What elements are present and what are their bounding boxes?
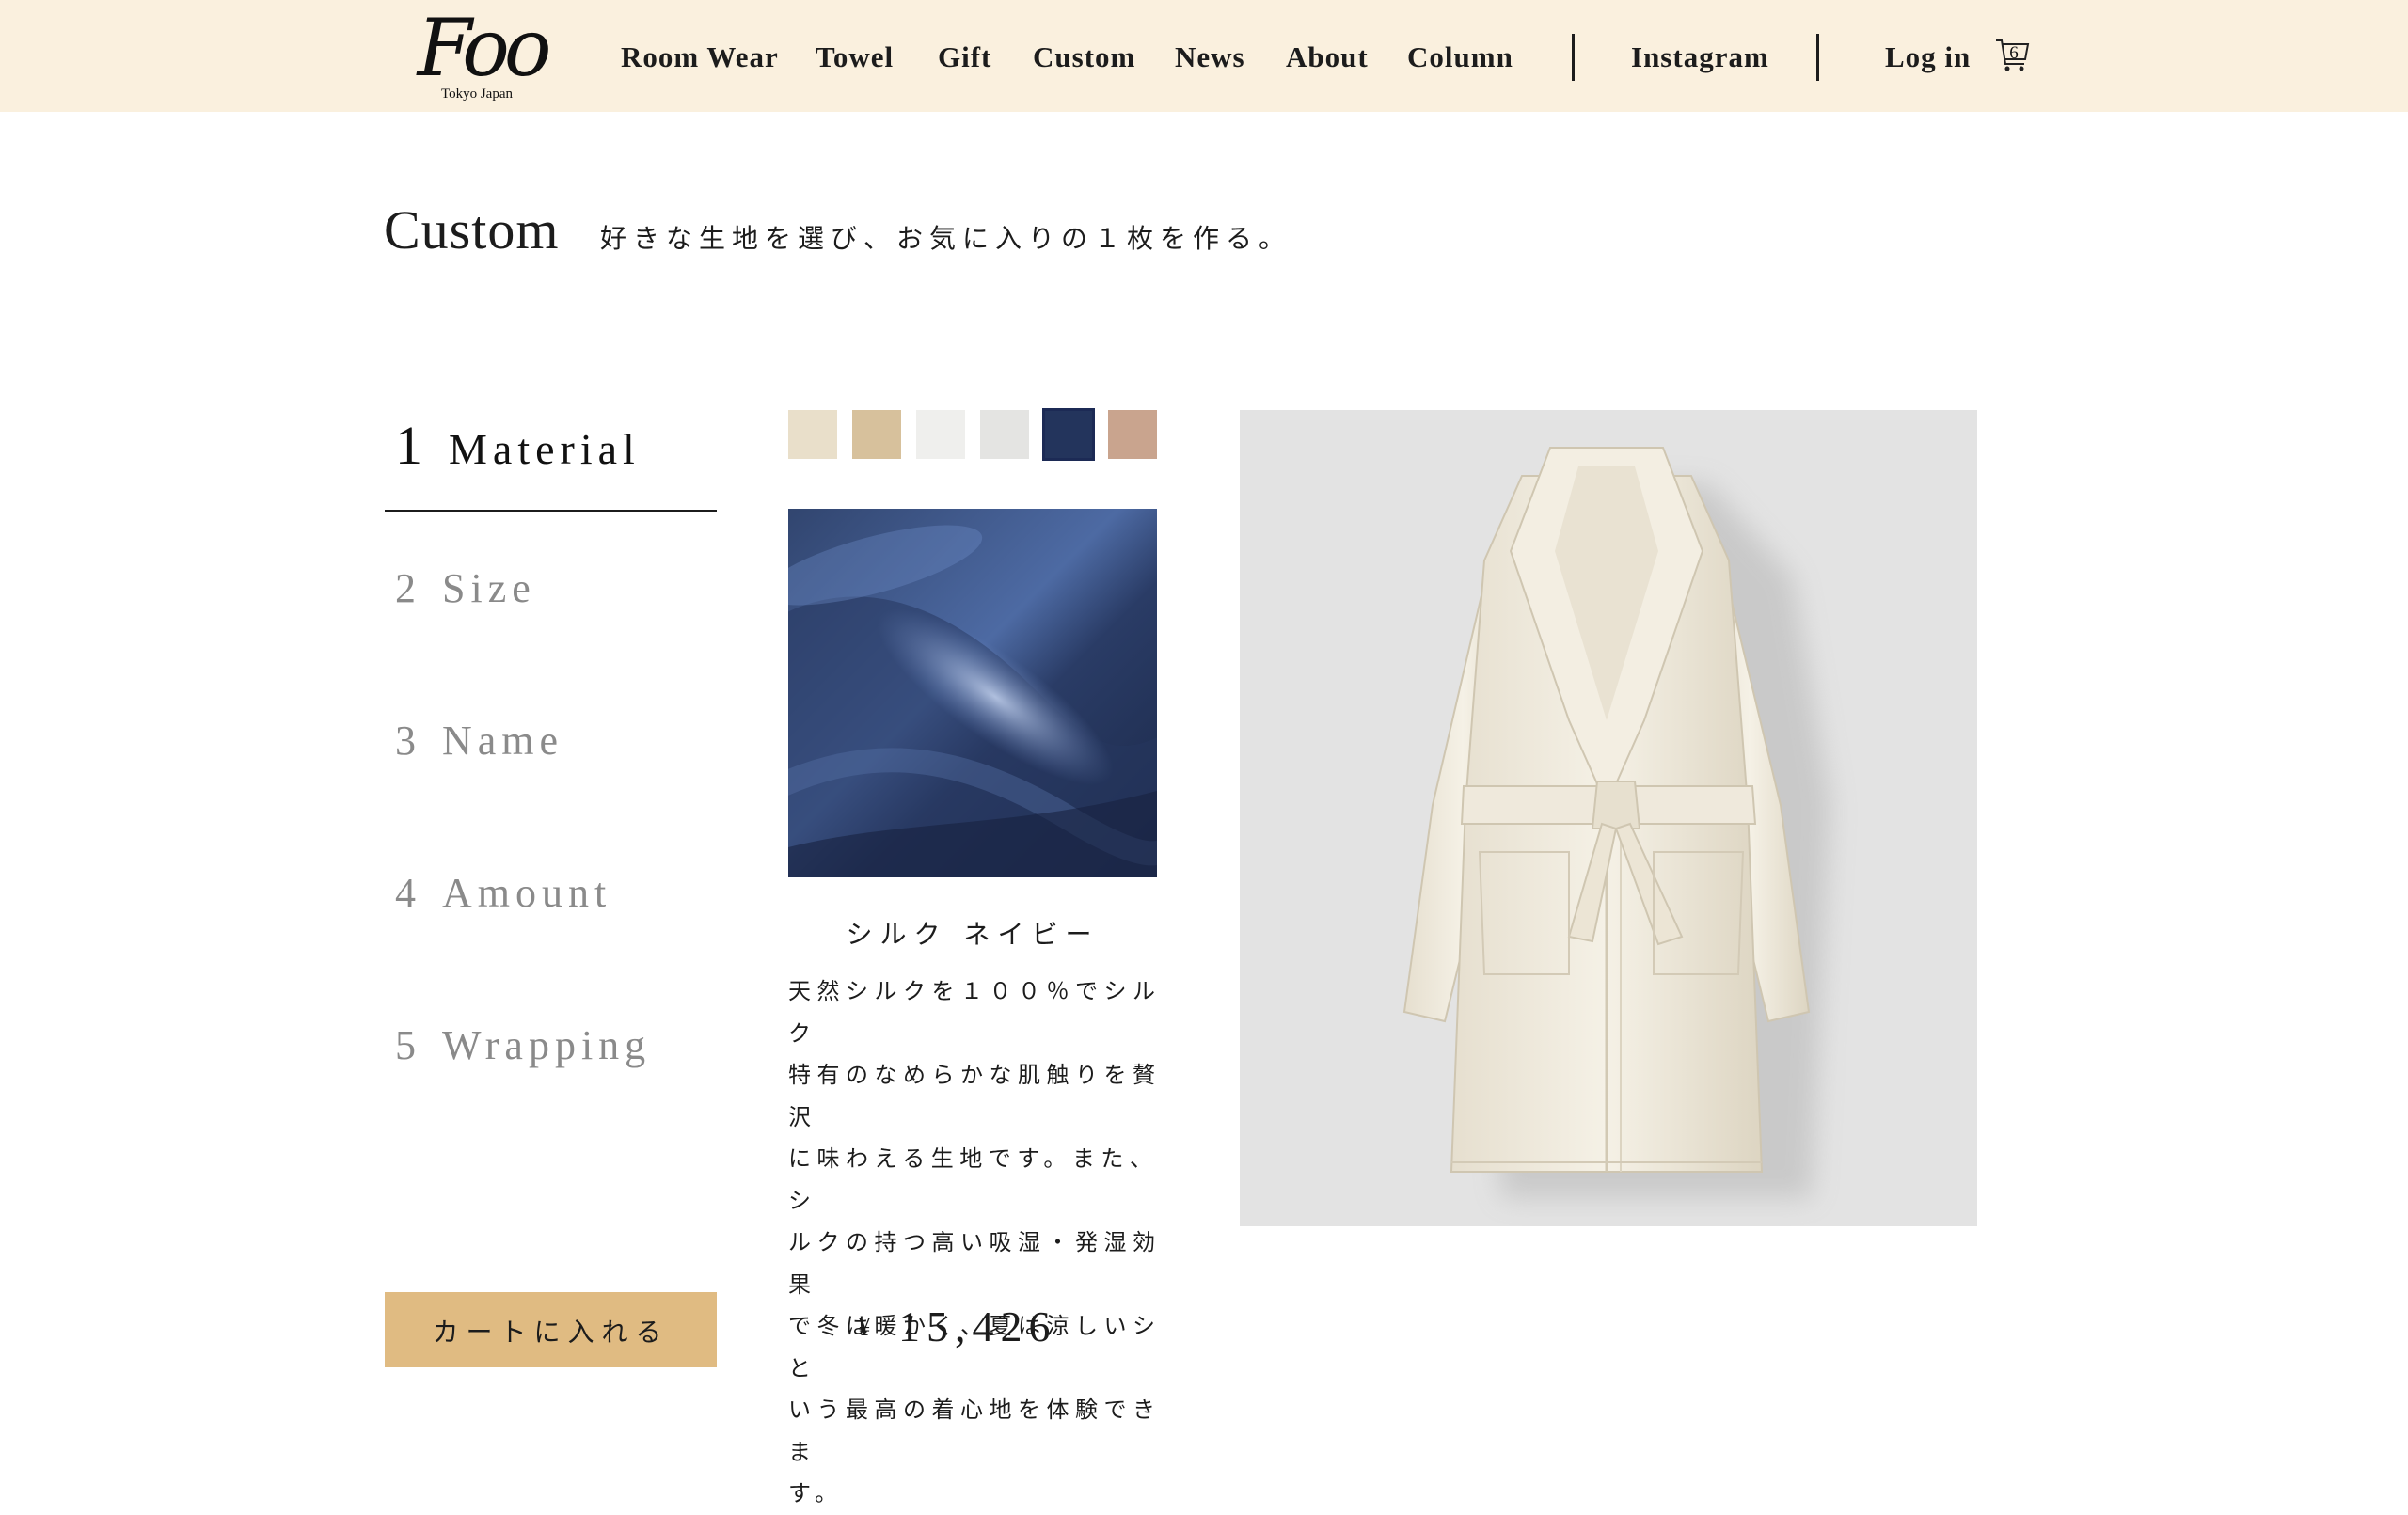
step-number: 4 [395,870,416,916]
description-line: ルクの持つ高い吸湿・発湿効果 [788,1229,1162,1298]
step-number: 1 [395,415,422,476]
material-name: シルク ネイビー [846,919,1100,950]
active-step-underline [385,510,717,512]
step-label: Material [449,425,641,473]
nav-instagram[interactable]: Instagram [1631,34,1769,81]
swatch-beige[interactable] [852,410,901,459]
description-line: 特有のなめらかな肌触りを贅沢 [788,1062,1162,1130]
nav-custom[interactable]: Custom [1033,34,1135,81]
step-label: Wrapping [442,1022,652,1068]
swatch-pink-beige[interactable] [1108,410,1157,459]
step-size[interactable]: 2 Size [395,564,536,612]
add-to-cart-button[interactable]: カートに入れる [385,1292,717,1367]
product-preview-image [1240,410,1977,1226]
nav-room-wear[interactable]: Room Wear [621,34,779,81]
nav-divider [1816,34,1819,81]
swatch-ivory[interactable] [788,410,837,459]
page-subtitle: 好きな生地を選び、お気に入りの１枚を作る。 [600,223,1292,254]
description-line: いう最高の着心地を体験できま [788,1397,1162,1465]
nav-column[interactable]: Column [1407,34,1513,81]
step-amount[interactable]: 4 Amount [395,869,611,917]
logo-script: Foo [417,2,552,94]
nav-towel[interactable]: Towel [816,34,894,81]
bathrobe-image [1402,447,1830,1198]
price: ¥15,426 [858,1302,1057,1351]
silk-fabric-image [788,509,1157,877]
material-description: 天然シルクを１００％でシルク 特有のなめらかな肌触りを贅沢 に味わえる生地です。… [788,971,1164,1515]
description-line: 天然シルクを１００％でシルク [788,978,1162,1047]
step-name[interactable]: 3 Name [395,717,563,765]
step-label: Amount [442,870,612,916]
step-label: Size [442,565,536,611]
nav-divider [1572,34,1575,81]
step-number: 5 [395,1022,416,1068]
step-label: Name [442,718,564,764]
price-amount: 15,426 [898,1302,1057,1350]
step-wrapping[interactable]: 5 Wrapping [395,1021,651,1069]
description-line: す。 [788,1480,844,1507]
nav-gift[interactable]: Gift [938,34,991,81]
material-photo [788,509,1157,877]
site-header: Foo Tokyo Japan Room Wear Towel Gift Cus… [0,0,2408,112]
login-link[interactable]: Log in [1885,34,1971,81]
step-number: 2 [395,565,416,611]
description-line: に味わえる生地です。また、シ [788,1145,1159,1214]
swatch-light-gray[interactable] [980,410,1029,459]
cart-count-badge: 6 [2009,43,2019,63]
logo-subtitle: Tokyo Japan [440,87,514,102]
step-number: 3 [395,718,416,764]
page-title: Custom [384,199,560,260]
nav-news[interactable]: News [1175,34,1245,81]
nav-about[interactable]: About [1286,34,1369,81]
price-currency: ¥ [858,1313,878,1342]
step-material[interactable]: 1 Material [395,414,641,477]
brand-logo[interactable]: Foo Tokyo Japan [406,4,557,105]
cart-button[interactable]: 6 [1994,34,2032,75]
swatch-silk-navy[interactable] [1042,408,1095,461]
swatch-white[interactable] [916,410,965,459]
